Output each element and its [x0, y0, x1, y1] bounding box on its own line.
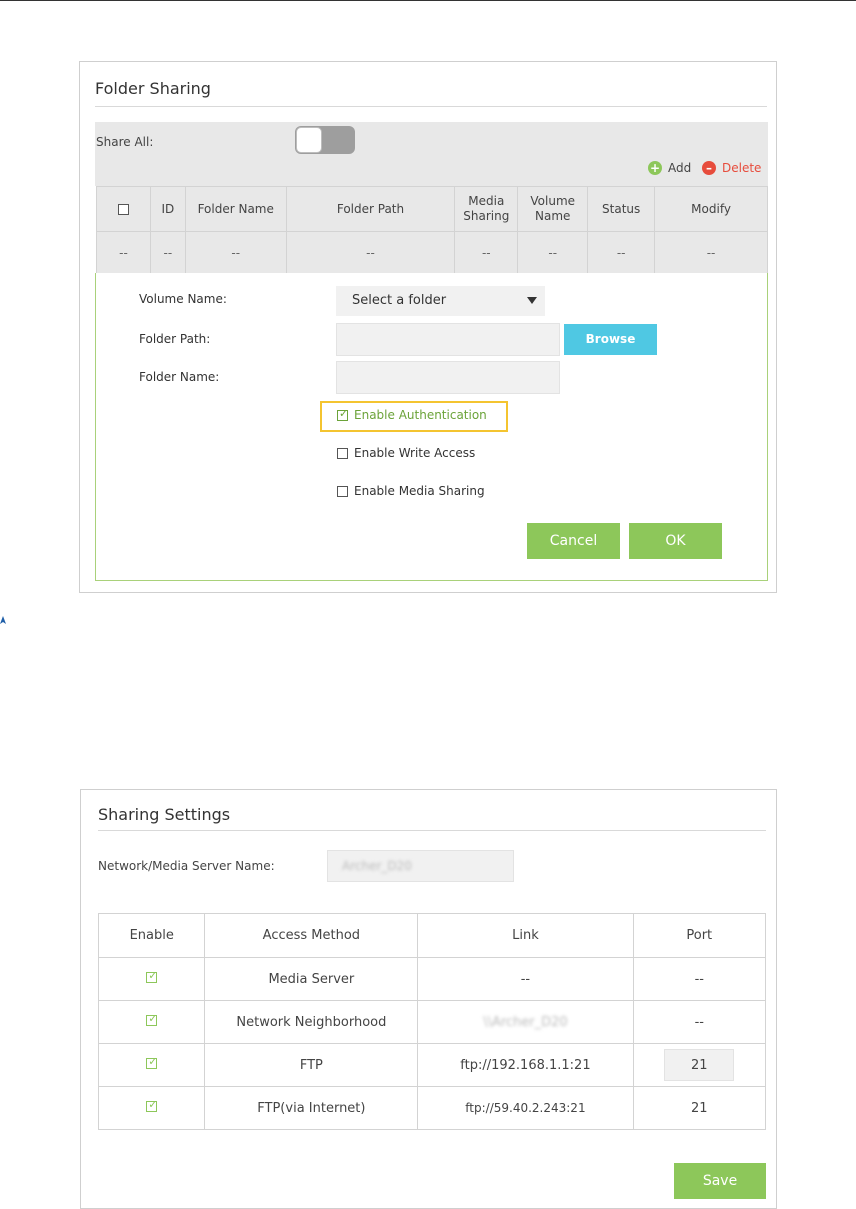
- check-icon: ✓: [148, 1054, 158, 1068]
- enable-authentication-checkbox[interactable]: ✓: [337, 407, 349, 421]
- table-cell: --: [587, 231, 656, 275]
- check-icon: ✓: [148, 968, 158, 982]
- link-cell[interactable]: ftp://192.168.1.1:21: [417, 1043, 634, 1087]
- add-label: Add: [668, 161, 692, 175]
- panel-title: Folder Sharing: [95, 79, 211, 98]
- link-cell[interactable]: \\Archer_D20: [417, 1000, 634, 1044]
- col-media-sharing: Media Sharing: [454, 186, 519, 232]
- folder-table: ID Folder Name Folder Path Media Sharing…: [96, 186, 768, 275]
- select-all-checkbox[interactable]: [117, 204, 129, 215]
- col-link: Link: [417, 913, 634, 958]
- col-id: ID: [149, 186, 186, 232]
- link-cell: --: [417, 957, 634, 1001]
- table-header-row: ID Folder Name Folder Path Media Sharing…: [96, 186, 768, 232]
- folder-path-input[interactable]: [336, 323, 560, 356]
- server-name-value: Archer_D20: [342, 859, 412, 873]
- table-cell: --: [96, 231, 151, 275]
- volume-select[interactable]: Select a folder: [336, 286, 545, 316]
- col-status: Status: [587, 186, 656, 232]
- port-cell: 21: [632, 1086, 767, 1130]
- access-method-cell: FTP: [204, 1043, 419, 1087]
- enable-write-access-checkbox[interactable]: [337, 448, 348, 459]
- enable-authentication-option[interactable]: ✓ Enable Authentication: [337, 408, 487, 422]
- check-icon: ✓: [339, 407, 349, 420]
- folder-name-input[interactable]: [336, 361, 560, 394]
- title-divider: [95, 106, 767, 107]
- toggle-knob: [296, 127, 322, 153]
- port-cell: --: [632, 1000, 767, 1044]
- port-cell: --: [632, 957, 767, 1001]
- port-input[interactable]: 21: [664, 1049, 735, 1081]
- table-row: ✓ Network Neighborhood \\Archer_D20 --: [97, 1000, 767, 1044]
- col-port: Port: [632, 913, 767, 958]
- enable-cell[interactable]: ✓: [97, 1086, 206, 1130]
- add-folder-form: Volume Name: Select a folder Folder Path…: [95, 273, 768, 581]
- folder-sharing-panel: Folder Sharing Share All: + Add – Delete…: [79, 61, 777, 593]
- sharing-table: Enable Access Method Link Port ✓ Media S…: [97, 913, 767, 1130]
- volume-name-label: Volume Name:: [139, 292, 227, 306]
- table-cell: --: [285, 231, 456, 275]
- enable-authentication-label: Enable Authentication: [354, 408, 487, 422]
- enable-checkbox[interactable]: ✓: [146, 1011, 158, 1026]
- enable-write-access-option[interactable]: Enable Write Access: [337, 446, 475, 460]
- cancel-button[interactable]: Cancel: [527, 523, 620, 559]
- server-name-input[interactable]: Archer_D20: [327, 850, 514, 882]
- save-button[interactable]: Save: [674, 1163, 766, 1199]
- plus-icon: +: [648, 161, 662, 175]
- top-divider: [0, 0, 856, 1]
- enable-media-sharing-label: Enable Media Sharing: [354, 484, 485, 498]
- table-row: ✓ FTP(via Internet) ftp://59.40.2.243:21…: [97, 1086, 767, 1130]
- select-all-cell[interactable]: [96, 186, 151, 232]
- panel-title: Sharing Settings: [98, 805, 231, 824]
- table-cell: --: [184, 231, 287, 275]
- col-enable: Enable: [97, 913, 206, 958]
- link-text[interactable]: \\Archer_D20: [483, 1015, 568, 1030]
- table-cell: --: [149, 231, 186, 275]
- col-volume-name: Volume Name: [517, 186, 589, 232]
- table-header-row: Enable Access Method Link Port: [97, 913, 767, 958]
- table-cell: --: [517, 231, 589, 275]
- table-row: -- -- -- -- -- -- -- --: [96, 231, 768, 275]
- folder-path-label: Folder Path:: [139, 332, 211, 346]
- enable-checkbox[interactable]: ✓: [146, 968, 158, 983]
- enable-cell[interactable]: ✓: [97, 1043, 206, 1087]
- link-cell[interactable]: ftp://59.40.2.243:21: [417, 1086, 634, 1130]
- col-folder-path: Folder Path: [285, 186, 456, 232]
- enable-cell[interactable]: ✓: [97, 1000, 206, 1044]
- server-name-label: Network/Media Server Name:: [98, 859, 275, 873]
- share-all-bar: [95, 122, 768, 186]
- title-divider: [98, 830, 766, 831]
- check-icon: ✓: [148, 1011, 158, 1025]
- sharing-settings-panel: Sharing Settings Network/Media Server Na…: [80, 789, 777, 1209]
- check-icon: ✓: [148, 1097, 158, 1111]
- enable-media-sharing-checkbox[interactable]: [337, 486, 348, 497]
- folder-name-label: Folder Name:: [139, 370, 220, 384]
- enable-cell[interactable]: ✓: [97, 957, 206, 1001]
- table-cell: --: [454, 231, 519, 275]
- enable-checkbox[interactable]: ✓: [146, 1054, 158, 1069]
- delete-label: Delete: [722, 161, 762, 175]
- chevron-down-icon: [527, 297, 537, 304]
- enable-write-access-label: Enable Write Access: [354, 446, 476, 460]
- browse-button[interactable]: Browse: [564, 324, 657, 355]
- share-all-toggle[interactable]: [295, 126, 355, 154]
- ok-button[interactable]: OK: [629, 523, 722, 559]
- access-method-cell: Media Server: [204, 957, 419, 1001]
- access-method-cell: Network Neighborhood: [204, 1000, 419, 1044]
- share-all-label: Share All:: [96, 135, 154, 149]
- enable-checkbox[interactable]: ✓: [146, 1097, 158, 1112]
- volume-select-value: Select a folder: [352, 293, 447, 308]
- port-cell: 21: [632, 1043, 767, 1087]
- table-row: ✓ Media Server -- --: [97, 957, 767, 1001]
- table-cell: --: [654, 231, 768, 275]
- col-folder-name: Folder Name: [184, 186, 287, 232]
- col-modify: Modify: [654, 186, 768, 232]
- enable-media-sharing-option[interactable]: Enable Media Sharing: [337, 484, 485, 498]
- bookmark-icon: [0, 616, 6, 624]
- table-row: ✓ FTP ftp://192.168.1.1:21 21: [97, 1043, 767, 1087]
- minus-icon: –: [702, 161, 716, 175]
- access-method-cell: FTP(via Internet): [204, 1086, 419, 1130]
- col-access-method: Access Method: [204, 913, 419, 958]
